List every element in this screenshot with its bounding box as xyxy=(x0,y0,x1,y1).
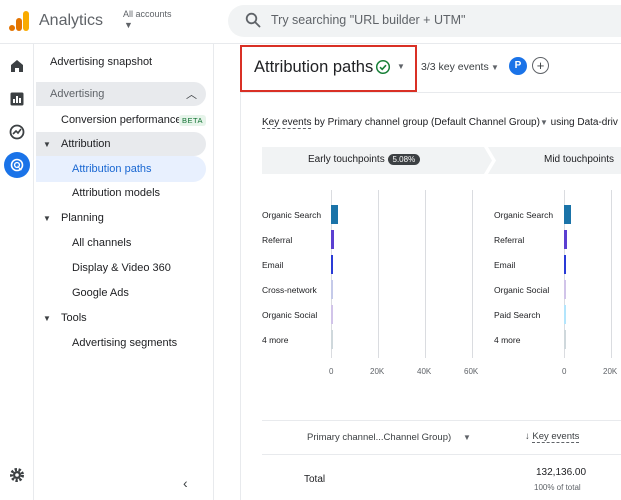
key-events-filter[interactable]: Key events xyxy=(262,117,312,129)
chart-bar[interactable] xyxy=(564,330,566,349)
dimension-column-dropdown-icon[interactable]: ▼ xyxy=(463,433,471,442)
stage-early-touchpoints[interactable]: Early touchpoints 5.08% xyxy=(308,154,421,165)
chart-gridline xyxy=(611,190,612,358)
chart-bar[interactable] xyxy=(564,305,566,324)
early-percent-badge: 5.08% xyxy=(387,154,421,165)
chart-bar[interactable] xyxy=(331,330,333,349)
analytics-logo-icon[interactable] xyxy=(8,10,30,32)
dimension-selector[interactable]: Primary channel group (Default Channel G… xyxy=(328,117,540,128)
chart-category-label[interactable]: 4 more xyxy=(494,335,520,345)
chart-category-label[interactable]: Organic Social xyxy=(494,285,549,295)
filter-by-text: by xyxy=(314,117,325,128)
sidebar-item-attribution-models[interactable]: Attribution models xyxy=(72,187,160,199)
x-tick-label: 0 xyxy=(562,367,567,376)
sidebar-label-attribution-paths: Attribution paths xyxy=(72,163,152,175)
reports-icon[interactable] xyxy=(8,90,26,108)
expand-triangle-icon[interactable]: ▼ xyxy=(43,214,51,223)
chart-category-label[interactable]: Organic Search xyxy=(494,210,553,220)
stage-mid-touchpoints[interactable]: Mid touchpoints xyxy=(544,154,614,165)
home-icon[interactable] xyxy=(8,57,26,75)
sidebar-item-google-ads[interactable]: Google Ads xyxy=(72,287,129,299)
chart-bar[interactable] xyxy=(564,280,566,299)
chart-category-label[interactable]: 4 more xyxy=(262,335,288,345)
beta-badge: BETA xyxy=(179,115,207,126)
chart-bar[interactable] xyxy=(564,230,568,249)
sidebar-item-tools[interactable]: Tools xyxy=(61,312,87,324)
chart-category-label[interactable]: Email xyxy=(262,260,283,270)
chart-bar[interactable] xyxy=(331,230,335,249)
chart-category-label[interactable]: Organic Search xyxy=(262,210,321,220)
chart-bar[interactable] xyxy=(564,255,567,274)
expand-triangle-icon[interactable]: ▼ xyxy=(43,314,51,323)
chart-category-label[interactable]: Email xyxy=(494,260,515,270)
chart-bar[interactable] xyxy=(564,205,572,224)
sidebar-item-advertising-snapshot[interactable]: Advertising snapshot xyxy=(50,56,152,68)
filter-line: Key events by Primary channel group (Def… xyxy=(262,117,618,129)
key-events-selector[interactable]: 3/3 key events xyxy=(421,61,489,73)
chevron-up-icon[interactable]: ︿ xyxy=(186,86,197,102)
sidebar-item-all-channels[interactable]: All channels xyxy=(72,237,131,249)
app-title: Analytics xyxy=(39,12,104,29)
chart-gridline xyxy=(378,190,379,358)
model-text[interactable]: using Data-driv xyxy=(551,117,618,128)
chart-bar[interactable] xyxy=(331,280,333,299)
collapse-sidebar-icon[interactable]: ‹ xyxy=(183,475,188,491)
sidebar-item-planning[interactable]: Planning xyxy=(61,212,104,224)
x-tick-label: 0 xyxy=(329,367,334,376)
chart-gridline xyxy=(472,190,473,358)
add-comparison-icon[interactable]: + xyxy=(532,57,549,74)
sidebar-item-display-video[interactable]: Display & Video 360 xyxy=(72,262,171,274)
highlight-box xyxy=(240,45,417,92)
dimension-column-header[interactable]: Primary channel...Channel Group) xyxy=(307,432,451,443)
sidebar-group-label: Advertising xyxy=(50,88,105,100)
avatar[interactable]: P xyxy=(509,57,527,75)
explore-icon[interactable] xyxy=(8,123,26,141)
search-icon[interactable] xyxy=(245,12,261,28)
x-tick-label: 40K xyxy=(417,367,432,376)
advertising-icon xyxy=(10,158,24,172)
analytics-app: Analytics All accounts ▼ Try searching "… xyxy=(0,0,621,500)
account-selector[interactable]: All accounts xyxy=(123,9,172,19)
metric-column-header[interactable]: ↓ Key events xyxy=(525,431,580,443)
chart-category-label[interactable]: Paid Search xyxy=(494,310,540,320)
x-tick-label: 20K xyxy=(603,367,618,376)
x-tick-label: 60K xyxy=(464,367,479,376)
sort-arrow-icon: ↓ xyxy=(525,431,530,442)
expand-triangle-icon[interactable]: ▼ xyxy=(43,140,51,149)
total-value: 132,136.00 xyxy=(536,467,587,478)
settings-gear-icon[interactable] xyxy=(8,466,26,484)
chart-bar[interactable] xyxy=(331,255,334,274)
search-input[interactable]: Try searching "URL builder + UTM" xyxy=(271,13,465,27)
chart-bar[interactable] xyxy=(331,305,333,324)
key-events-dropdown-icon[interactable]: ▼ xyxy=(491,63,499,72)
chart-bar[interactable] xyxy=(331,205,339,224)
metric-header-label: Key events xyxy=(532,431,580,443)
sidebar-item-conversion-performance[interactable]: Conversion performance xyxy=(61,114,181,126)
x-tick-label: 20K xyxy=(370,367,385,376)
account-dropdown-icon[interactable]: ▼ xyxy=(124,20,133,30)
sidebar-item-advertising-segments[interactable]: Advertising segments xyxy=(72,337,177,349)
total-label: Total xyxy=(304,474,326,485)
chart-category-label[interactable]: Organic Social xyxy=(262,310,317,320)
dimension-dropdown-icon[interactable]: ▼ xyxy=(540,118,548,127)
chart-category-label[interactable]: Cross-network xyxy=(262,285,317,295)
chart-category-label[interactable]: Referral xyxy=(262,235,292,245)
sidebar-label-attribution: Attribution xyxy=(61,138,111,150)
chart-gridline xyxy=(425,190,426,358)
nav-rail xyxy=(0,44,34,500)
chart-category-label[interactable]: Referral xyxy=(494,235,524,245)
total-subtext: 100% of total xyxy=(534,483,581,492)
stage-early-label: Early touchpoints xyxy=(308,154,385,165)
